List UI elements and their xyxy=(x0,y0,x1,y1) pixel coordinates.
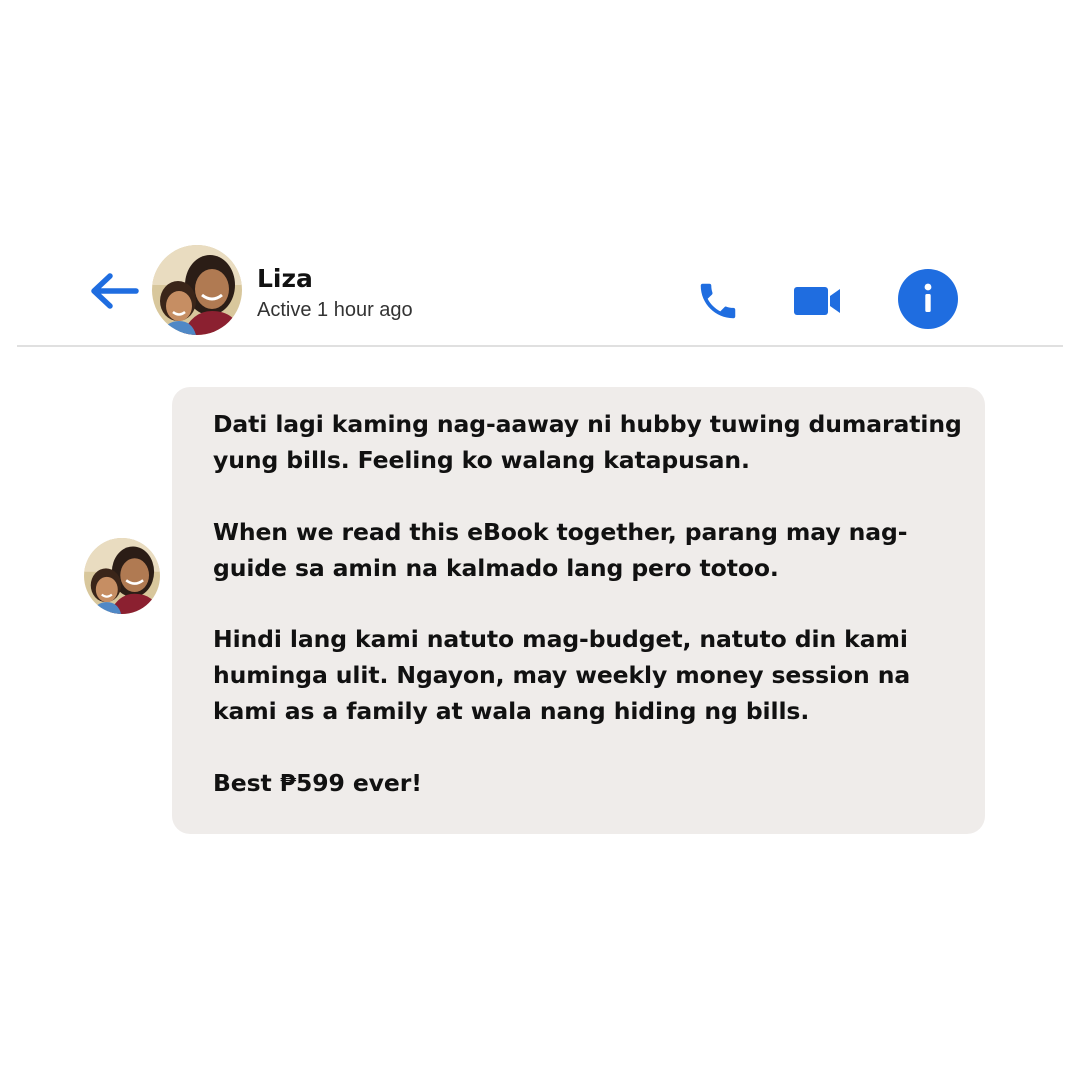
call-button[interactable] xyxy=(695,278,741,324)
header-divider xyxy=(17,345,1063,347)
back-button[interactable] xyxy=(88,270,140,312)
message-paragraph: Best ₱599 ever! xyxy=(213,768,422,797)
message-paragraph: Hindi lang kami natuto mag-budget, natut… xyxy=(213,625,911,725)
video-call-button[interactable] xyxy=(792,284,844,318)
contact-name: Liza xyxy=(257,264,313,293)
avatar-photo xyxy=(84,538,160,614)
info-icon xyxy=(924,283,932,312)
contact-status: Active 1 hour ago xyxy=(257,299,413,321)
contact-avatar[interactable] xyxy=(152,245,242,335)
avatar-photo xyxy=(152,245,242,335)
chat-header: Liza Active 1 hour ago xyxy=(0,240,1080,350)
video-camera-icon xyxy=(794,287,840,315)
phone-icon xyxy=(700,283,736,319)
message-paragraph: When we read this eBook together, parang… xyxy=(213,517,908,582)
info-button[interactable] xyxy=(898,269,958,329)
sender-avatar[interactable] xyxy=(84,538,160,614)
message-paragraph: Dati lagi kaming nag-aaway ni hubby tuwi… xyxy=(213,410,962,474)
message-bubble[interactable]: Dati lagi kaming nag-aaway ni hubby tuwi… xyxy=(172,387,985,834)
arrow-left-icon xyxy=(91,273,139,309)
